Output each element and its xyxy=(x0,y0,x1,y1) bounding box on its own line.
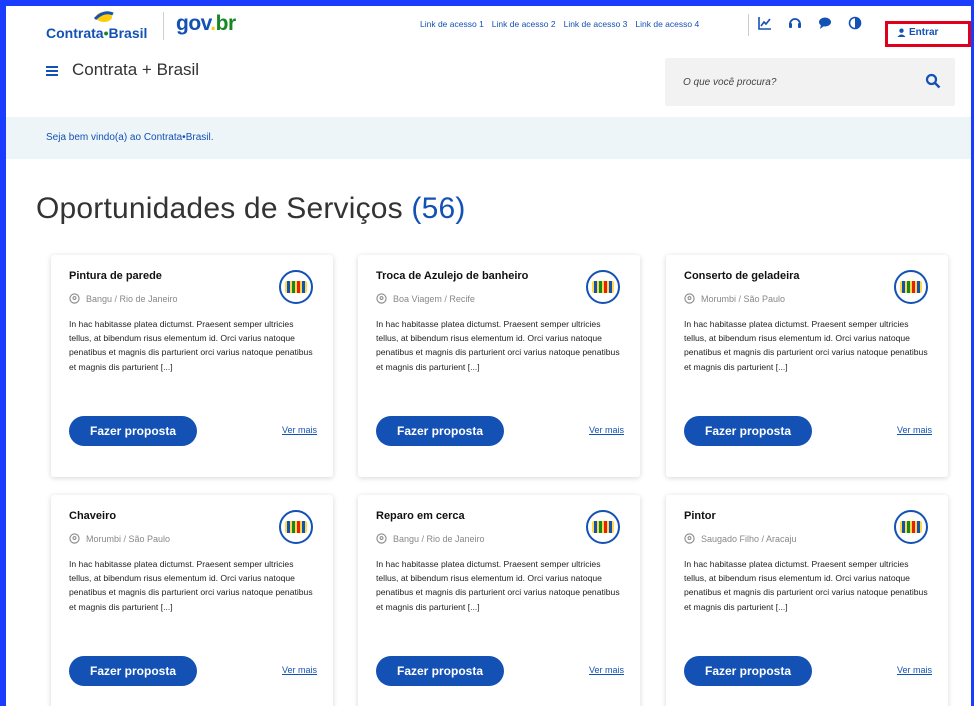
card-location: Morumbi / São Paulo xyxy=(69,533,170,544)
card-location-text: Boa Viagem / Recife xyxy=(393,293,475,304)
service-badge-icon xyxy=(894,510,928,544)
quick-links: Link de acesso 1 Link de acesso 2 Link d… xyxy=(420,19,699,29)
card-description: In hac habitasse platea dictumst. Praese… xyxy=(376,319,620,372)
see-more-link[interactable]: Ver mais xyxy=(282,665,317,675)
logo-divider xyxy=(163,12,164,40)
hamburger-menu-icon[interactable] xyxy=(46,66,58,76)
card-title: Reparo em cerca xyxy=(376,510,465,522)
card-location: Bangu / Rio de Janeiro xyxy=(69,293,178,304)
service-badge-icon xyxy=(586,270,620,304)
chart-icon[interactable] xyxy=(758,16,772,30)
location-pin-icon xyxy=(376,293,387,304)
card-title: Pintura de parede xyxy=(69,270,162,282)
opportunity-card: Pintura de parede Bangu / Rio de Janeiro I… xyxy=(51,255,333,477)
card-location: Bangu / Rio de Janeiro xyxy=(376,533,485,544)
welcome-text: Seja bem vindo(a) ao Contrata•Brasil. xyxy=(46,132,214,143)
page-title-text: Oportunidades de Serviços xyxy=(36,192,403,225)
opportunity-card: Reparo em cerca Bangu / Rio de Janeiro In … xyxy=(358,495,640,706)
quick-link-1[interactable]: Link de acesso 1 xyxy=(420,19,484,29)
opportunity-card: Chaveiro Morumbi / São Paulo In hac habita… xyxy=(51,495,333,706)
header-tools xyxy=(758,16,862,30)
card-location: Morumbi / São Paulo xyxy=(684,293,785,304)
page-title: Oportunidades de Serviços (56) xyxy=(36,192,466,226)
make-proposal-button[interactable]: Fazer proposta xyxy=(69,416,197,446)
service-badge-icon xyxy=(894,270,928,304)
location-pin-icon xyxy=(684,533,695,544)
toolbar-divider xyxy=(748,14,749,36)
make-proposal-button[interactable]: Fazer proposta xyxy=(684,416,812,446)
service-badge-icon xyxy=(279,270,313,304)
site-title: Contrata + Brasil xyxy=(72,60,200,79)
contrast-icon[interactable] xyxy=(848,16,862,30)
contrata-brasil-logo[interactable]: Contrata•Brasil xyxy=(46,10,156,44)
govbr-logo[interactable]: gov.br xyxy=(176,12,236,36)
location-pin-icon xyxy=(684,293,695,304)
card-description: In hac habitasse platea dictumst. Praese… xyxy=(69,319,313,372)
login-button[interactable]: Entrar xyxy=(897,25,938,39)
quick-link-2[interactable]: Link de acesso 2 xyxy=(492,19,556,29)
results-count: (56) xyxy=(411,192,466,225)
card-location-text: Bangu / Rio de Janeiro xyxy=(393,533,485,544)
see-more-link[interactable]: Ver mais xyxy=(897,425,932,435)
location-pin-icon xyxy=(69,293,80,304)
headset-icon[interactable] xyxy=(788,16,802,30)
make-proposal-button[interactable]: Fazer proposta xyxy=(684,656,812,686)
opportunity-card: Pintor Saugado Filho / Aracaju In hac habi… xyxy=(666,495,948,706)
card-location-text: Morumbi / São Paulo xyxy=(701,293,786,304)
opportunity-card: Troca de Azulejo de banheiro Boa Viagem /… xyxy=(358,255,640,477)
card-description: In hac habitasse platea dictumst. Praese… xyxy=(376,559,620,612)
search-icon[interactable] xyxy=(925,73,941,89)
logo-swoosh-icon xyxy=(94,11,114,22)
see-more-link[interactable]: Ver mais xyxy=(897,665,932,675)
make-proposal-button[interactable]: Fazer proposta xyxy=(376,416,504,446)
card-location-text: Morumbi / São Paulo xyxy=(86,533,171,544)
card-description: In hac habitasse platea dictumst. Praese… xyxy=(69,559,313,612)
card-title: Chaveiro xyxy=(69,510,117,522)
see-more-link[interactable]: Ver mais xyxy=(589,425,624,435)
card-location: Boa Viagem / Recife xyxy=(376,293,475,304)
make-proposal-button[interactable]: Fazer proposta xyxy=(376,656,504,686)
search-bar xyxy=(665,58,955,106)
chat-icon[interactable] xyxy=(818,16,832,30)
make-proposal-button[interactable]: Fazer proposta xyxy=(69,656,197,686)
card-description: In hac habitasse platea dictumst. Praese… xyxy=(684,319,928,372)
user-icon xyxy=(897,28,906,37)
card-title: Conserto de geladeira xyxy=(684,270,800,282)
card-title: Pintor xyxy=(684,510,716,522)
card-description: In hac habitasse platea dictumst. Praese… xyxy=(684,559,928,612)
welcome-banner: Seja bem vindo(a) ao Contrata•Brasil. xyxy=(6,117,971,159)
quick-link-4[interactable]: Link de acesso 4 xyxy=(635,19,699,29)
location-pin-icon xyxy=(69,533,80,544)
card-title: Troca de Azulejo de banheiro xyxy=(376,270,529,282)
search-input[interactable] xyxy=(683,74,913,90)
card-location: Saugado Filho / Aracaju xyxy=(684,533,797,544)
login-label: Entrar xyxy=(909,26,939,38)
see-more-link[interactable]: Ver mais xyxy=(282,425,317,435)
card-location-text: Saugado Filho / Aracaju xyxy=(701,533,797,544)
card-location-text: Bangu / Rio de Janeiro xyxy=(86,293,178,304)
opportunity-card: Conserto de geladeira Morumbi / São Paulo… xyxy=(666,255,948,477)
quick-link-3[interactable]: Link de acesso 3 xyxy=(564,19,628,29)
service-badge-icon xyxy=(279,510,313,544)
location-pin-icon xyxy=(376,533,387,544)
service-badge-icon xyxy=(586,510,620,544)
logo-text: Contrata•Brasil xyxy=(46,25,148,41)
see-more-link[interactable]: Ver mais xyxy=(589,665,624,675)
